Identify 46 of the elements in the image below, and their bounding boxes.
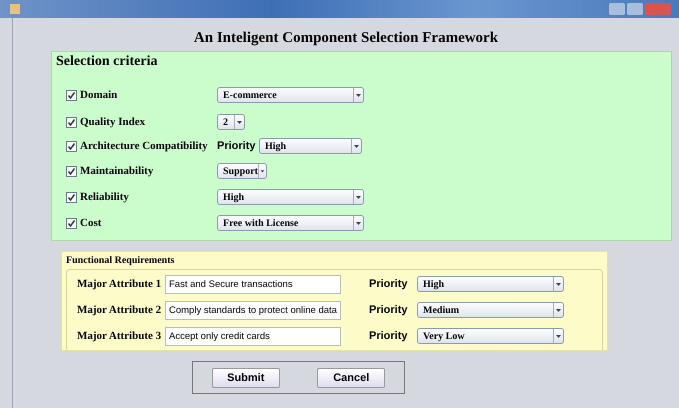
criterion-label: Domain — [80, 89, 118, 101]
input-field[interactable]: Fast and Secure transactions — [165, 274, 341, 294]
panel-heading: Selection criteria — [55, 53, 158, 71]
dropdown[interactable]: Medium — [417, 302, 564, 318]
criterion-label: Cost — [80, 217, 102, 229]
app-icon — [10, 4, 20, 14]
criterion-label: Architecture Compatibility — [80, 140, 209, 152]
checkbox[interactable] — [66, 218, 77, 228]
priority-label: Priority — [369, 304, 409, 316]
dropdown[interactable]: E-commerce — [217, 87, 364, 103]
dropdown-arrow-icon — [234, 115, 244, 129]
dropdown[interactable]: Very Low — [417, 328, 564, 344]
dropdown-arrow-icon — [553, 277, 563, 291]
dropdown[interactable]: High — [417, 276, 564, 292]
checkbox[interactable] — [66, 192, 77, 202]
attribute-label: Major Attribute 3 — [77, 330, 162, 342]
criterion-label: Reliability — [80, 191, 130, 203]
attribute-label: Major Attribute 2 — [77, 304, 162, 316]
priority-label: Priority — [217, 140, 257, 152]
dropdown-arrow-icon — [351, 139, 361, 153]
submit-button[interactable]: Submit — [212, 368, 280, 388]
dropdown-arrow-icon — [353, 190, 363, 204]
dropdown-arrow-icon — [258, 164, 266, 178]
checkbox[interactable] — [66, 166, 77, 176]
checkbox[interactable] — [66, 116, 77, 128]
input-field[interactable]: Accept only credit cards — [165, 326, 341, 346]
dropdown-arrow-icon — [353, 88, 363, 102]
panel-heading: Functional Requirements — [65, 254, 176, 268]
dropdown[interactable]: Free with License — [217, 215, 364, 231]
priority-label: Priority — [369, 330, 409, 342]
dropdown[interactable]: Support — [217, 163, 267, 179]
input-field[interactable]: Comply standards to protect online data — [165, 300, 341, 320]
cancel-button[interactable]: Cancel — [317, 368, 386, 388]
checkbox[interactable] — [66, 140, 77, 152]
dropdown[interactable]: High — [259, 138, 362, 154]
criterion-label: Quality Index — [80, 116, 146, 128]
dropdown[interactable]: 2 — [217, 114, 245, 130]
criterion-label: Maintainability — [80, 165, 154, 177]
dropdown[interactable]: High — [217, 189, 364, 205]
dropdown-arrow-icon — [553, 303, 563, 317]
page-title: An Inteligent Component Selection Framework — [192, 29, 500, 48]
attribute-label: Major Attribute 1 — [77, 278, 162, 290]
dropdown-arrow-icon — [553, 329, 563, 343]
dropdown-arrow-icon — [353, 216, 363, 230]
checkbox[interactable] — [66, 90, 77, 100]
priority-label: Priority — [369, 278, 409, 290]
